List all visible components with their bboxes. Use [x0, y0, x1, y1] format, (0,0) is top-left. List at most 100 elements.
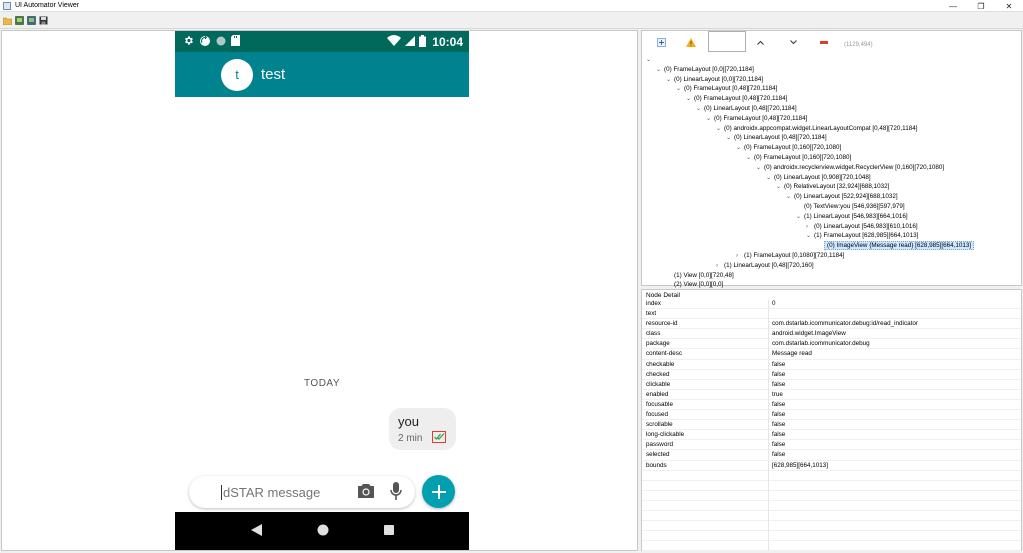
expand-toggle-icon[interactable]: ⌄	[696, 104, 704, 114]
camera-icon[interactable]	[357, 483, 375, 501]
tree-node[interactable]: ⌄ (1) LinearLayout [546,983][664,1016]	[796, 212, 908, 222]
property-row[interactable]: selected false	[642, 450, 1021, 461]
microphone-icon[interactable]	[390, 482, 402, 503]
expand-toggle-icon[interactable]: ⌄	[716, 124, 724, 134]
tree-node[interactable]: ⌄ (0) LinearLayout [0,0][720,1184]	[666, 75, 763, 85]
tree-node[interactable]: ⌄ (0) androidx.recyclerview.widget.Recycl…	[756, 163, 944, 173]
tree-node[interactable]: ⌄ (0) androidx.appcompat.widget.LinearLay…	[716, 124, 917, 134]
property-row[interactable]: package com.dstarlab.icommunicator.debug	[642, 339, 1021, 350]
property-row[interactable]: checked false	[642, 369, 1021, 380]
tree-node-label: (1) FrameLayout [0,1080][720,1184]	[744, 252, 845, 259]
tree-node[interactable]: (0) TextView:you [546,936][597,979]	[796, 202, 905, 212]
property-row[interactable]: index 0	[642, 299, 1021, 310]
property-row[interactable]: checkable false	[642, 359, 1021, 370]
warning-icon[interactable]	[685, 36, 697, 48]
contact-name[interactable]: test	[261, 66, 285, 83]
recents-icon[interactable]	[383, 525, 394, 537]
property-row[interactable]: focused false	[642, 410, 1021, 421]
tree-node[interactable]: › (0) LinearLayout [546,983][610,1016]	[806, 222, 918, 232]
circle-status-icon	[216, 36, 226, 48]
property-key: password	[646, 441, 673, 449]
column-divider	[768, 359, 769, 370]
expand-toggle-icon[interactable]: ›	[806, 222, 814, 232]
expand-toggle-icon[interactable]: ⌄	[736, 143, 744, 153]
tree-node[interactable]: › (1) FrameLayout [0,1080][720,1184]	[736, 251, 844, 261]
expand-toggle-icon[interactable]: ⌄	[746, 153, 754, 163]
tree-node[interactable]: ⌄ (0) LinearLayout [0,908][720,1048]	[766, 173, 871, 183]
tree-node-label: (0) androidx.recyclerview.widget.Recycle…	[764, 163, 945, 171]
expand-toggle-icon[interactable]: ⌄	[776, 182, 784, 192]
close-button[interactable]: ✕	[995, 0, 1023, 12]
property-row[interactable]: scrollable false	[642, 420, 1021, 431]
tree-node[interactable]: ⌄ (0) FrameLayout [0,48][720,1184]	[676, 84, 777, 94]
tree-node[interactable]: (1) View [0,0][720,48]	[666, 271, 734, 281]
property-row[interactable]	[642, 521, 1021, 532]
message-input[interactable]	[221, 484, 351, 500]
property-row[interactable]	[642, 480, 1021, 491]
property-row[interactable]	[642, 541, 1021, 552]
tree-node[interactable]: ⌄ (0) FrameLayout [0,0][720,1184]	[656, 65, 754, 75]
property-row[interactable]	[642, 470, 1021, 481]
expand-toggle-icon[interactable]: ⌄	[656, 65, 664, 75]
expand-toggle-icon[interactable]: ⌄	[646, 55, 654, 65]
property-row[interactable]	[642, 490, 1021, 501]
tree-node[interactable]: ⌄ (0) FrameLayout [0,160][720,1080]	[736, 143, 841, 153]
maximize-button[interactable]: ❐	[967, 0, 995, 12]
property-row[interactable]: text	[642, 309, 1021, 320]
minimize-button[interactable]: —	[939, 0, 967, 12]
property-row[interactable]: bounds [628,985][664,1013]	[642, 460, 1021, 471]
property-row[interactable]	[642, 531, 1021, 542]
property-row[interactable]: long-clickable false	[642, 430, 1021, 441]
expand-toggle-icon[interactable]: ⌄	[806, 231, 814, 241]
property-row[interactable]	[642, 510, 1021, 522]
tree-node[interactable]: ⌄ (0) RelativeLayout [32,924][688,1032]	[776, 182, 889, 192]
clear-filter-icon[interactable]	[818, 36, 830, 48]
property-row[interactable]: content-desc Message read	[642, 349, 1021, 360]
message-bubble[interactable]: you 2 min	[389, 408, 456, 450]
tree-node[interactable]: ⌄ (0) FrameLayout [0,160][720,1080]	[746, 153, 851, 163]
chevron-up-icon[interactable]	[754, 36, 766, 48]
expand-toggle-icon[interactable]: ⌄	[756, 163, 764, 173]
property-row[interactable]: focusable false	[642, 399, 1021, 411]
expand-toggle-icon[interactable]: ⌄	[786, 192, 794, 202]
compressed-screenshot-icon[interactable]	[27, 16, 36, 25]
tree-node[interactable]: ⌄ (0) LinearLayout [0,48][720,1184]	[726, 133, 827, 143]
expand-toggle-icon[interactable]: ⌄	[726, 133, 734, 143]
expand-all-icon[interactable]	[655, 36, 667, 48]
chevron-down-icon[interactable]	[787, 36, 799, 48]
expand-toggle-icon[interactable]: ⌄	[766, 173, 774, 183]
tree-node[interactable]: ⌄ (0) LinearLayout [0,48][720,1184]	[696, 104, 797, 114]
expand-toggle-icon[interactable]: ›	[716, 261, 724, 271]
expand-toggle-icon[interactable]: ⌄	[686, 94, 694, 104]
column-divider	[768, 430, 769, 441]
property-row[interactable]: resource-id com.dstarlab.icommunicator.de…	[642, 319, 1021, 330]
save-icon[interactable]	[39, 16, 48, 25]
search-box[interactable]	[708, 31, 746, 52]
tree-node[interactable]: ⌄ (0) LinearLayout [522,924][688,1032]	[786, 192, 898, 202]
tree-node[interactable]: ⌄ (0) FrameLayout [0,48][720,1184]	[686, 94, 787, 104]
property-row[interactable]	[642, 500, 1021, 511]
contact-avatar[interactable]: t	[221, 58, 253, 91]
expand-toggle-icon[interactable]: ›	[736, 251, 744, 261]
home-icon[interactable]	[317, 524, 329, 538]
device-screenshot-icon[interactable]	[15, 16, 24, 25]
device-screen[interactable]: 10:04 t test TODAY you 2 min	[175, 31, 469, 550]
tree-node[interactable]: ⌄	[646, 55, 654, 65]
expand-toggle-icon[interactable]: ⌄	[666, 75, 674, 85]
back-icon[interactable]	[250, 524, 262, 538]
expand-toggle-icon[interactable]: ⌄	[706, 114, 714, 124]
add-attachment-button[interactable]	[422, 475, 455, 508]
tree-node[interactable]: › (1) LinearLayout [0,48][720,160]	[716, 261, 814, 271]
property-row[interactable]: password false	[642, 440, 1021, 451]
open-folder-icon[interactable]	[3, 16, 12, 25]
tree-node[interactable]: ⌄ (0) FrameLayout [0,48][720,1184]	[706, 114, 807, 124]
property-row[interactable]: class android.widget.ImageView	[642, 329, 1021, 340]
property-row[interactable]: enabled true	[642, 389, 1021, 400]
tree-node[interactable]: ⌄ (1) FrameLayout [628,985][664,1013]	[806, 231, 918, 241]
expand-toggle-icon[interactable]: ⌄	[796, 212, 804, 222]
system-nav-bar	[175, 512, 469, 550]
expand-toggle-icon[interactable]: ⌄	[676, 84, 684, 94]
property-row[interactable]: clickable false	[642, 379, 1021, 390]
tree-node-selected[interactable]: (0) ImageView {Message read} [628,985][6…	[816, 241, 975, 251]
message-composer	[189, 476, 415, 508]
